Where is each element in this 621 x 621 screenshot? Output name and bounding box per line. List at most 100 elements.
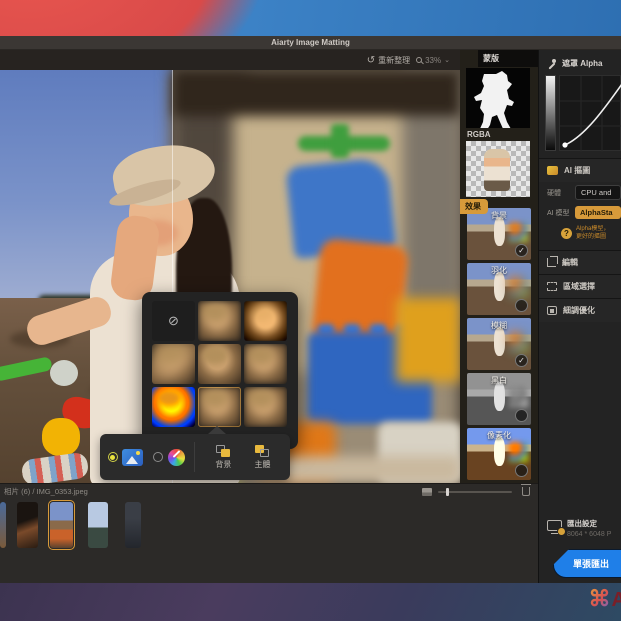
subject-button[interactable]: 主體 <box>243 445 282 470</box>
model-hint-row: ? Alpha模型，更好的摳圖 <box>539 222 621 244</box>
section-region-select[interactable]: 區域選擇 <box>539 274 621 298</box>
effect-layer-bw[interactable]: 黑白 <box>467 373 531 425</box>
effect-layer-background[interactable]: 背景 ✓ <box>467 208 531 260</box>
desktop: ⌘A Aiarty Image Matting ↺ 重新整理 33% ⌄ <box>0 0 621 621</box>
color-wheel-icon[interactable] <box>168 449 185 466</box>
image-fill-icon[interactable] <box>122 449 144 466</box>
effect-check-circle[interactable]: ✓ <box>515 244 528 257</box>
canvas-toolbar: ↺ 重新整理 33% ⌄ <box>0 50 460 70</box>
effect-option-blur-strong[interactable] <box>244 387 287 427</box>
rgba-thumbnail[interactable] <box>466 141 530 197</box>
popup-anchor-arrow <box>208 426 226 434</box>
aiarty-logo: ⌘A <box>589 586 621 612</box>
export-button[interactable]: 單張匯出 <box>553 549 621 578</box>
effect-option-blur-light[interactable] <box>198 301 241 341</box>
mask-label: 蒙版 <box>483 53 499 64</box>
background-button[interactable]: 背景 <box>204 445 243 470</box>
wallpaper-top <box>0 0 621 36</box>
effect-layer-feather[interactable]: 羽化 <box>467 263 531 315</box>
photo-dark-top <box>173 70 460 116</box>
crop-icon <box>547 258 556 267</box>
eyedropper-icon <box>547 59 556 68</box>
zoom-level: 33% <box>425 56 441 65</box>
photo-thumbnail-selected[interactable] <box>50 502 73 548</box>
effect-check-circle[interactable] <box>515 299 528 312</box>
breadcrumb: 相片 (6) / IMG_0353.jpeg <box>4 486 88 497</box>
toy-white-cup <box>50 360 78 386</box>
effect-preview <box>198 301 241 341</box>
refresh-button[interactable]: ↺ 重新整理 <box>367 55 410 66</box>
effect-option-noise[interactable] <box>244 301 287 341</box>
filmstrip-thumbnails <box>0 502 538 552</box>
model-label: AI 模型 <box>547 208 571 218</box>
effect-layer-pixelate[interactable]: 像素化 <box>467 428 531 480</box>
command-icon: ⌘ <box>589 586 612 611</box>
refresh-label: 重新整理 <box>378 55 410 66</box>
effect-option-none[interactable]: ⊘ <box>152 301 195 341</box>
effect-check-circle[interactable]: ✓ <box>515 354 528 367</box>
hardware-select[interactable]: CPU and <box>575 185 621 200</box>
effects-grid: ⊘ <box>152 301 288 427</box>
export-settings[interactable]: 匯出設定 8064 * 6048 P <box>539 518 621 538</box>
zoom-control[interactable]: 33% ⌄ <box>416 56 450 65</box>
effect-layer-label: 像素化 <box>467 430 531 441</box>
background-label: 背景 <box>215 459 231 470</box>
thumbnail-size-slider[interactable] <box>438 491 512 493</box>
effect-option-original[interactable] <box>198 344 241 384</box>
settings-panel: 遮罩 Alpha AI 摳圖 <box>538 50 621 583</box>
rgba-cutout-figure <box>484 149 510 191</box>
effect-check-circle[interactable] <box>515 464 528 477</box>
effect-preview <box>244 387 287 427</box>
image-fill-radio[interactable] <box>108 452 118 462</box>
hardware-row: 硬體 CPU and <box>539 182 621 203</box>
chevron-down-icon: ⌄ <box>444 56 450 64</box>
region-select-label: 區域選擇 <box>563 281 595 292</box>
wallpaper-red-blob <box>0 0 260 36</box>
monitor-gear-icon <box>547 520 562 531</box>
trash-icon[interactable] <box>522 487 530 496</box>
photo-thumbnail[interactable] <box>0 502 6 548</box>
help-icon[interactable]: ? <box>561 228 572 239</box>
effect-check-circle[interactable] <box>515 409 528 422</box>
layers-column: 蒙版 RGBA 效果 背景 ✓ 羽化 <box>460 50 538 483</box>
section-ai-matting[interactable]: AI 摳圖 <box>539 158 621 182</box>
mask-thumbnail[interactable] <box>466 68 530 128</box>
alpha-gradient-bar <box>545 75 556 151</box>
section-edit[interactable]: 編輯 <box>539 250 621 274</box>
effect-preview <box>152 387 195 427</box>
thumbnail-size-icon <box>422 488 432 496</box>
mask-alpha-header: 遮罩 Alpha <box>539 50 621 75</box>
dashed-selection-icon <box>547 282 557 291</box>
mask-header: 蒙版 <box>478 50 538 67</box>
photo-thumbnail[interactable] <box>125 502 141 548</box>
model-select[interactable]: AlphaSta <box>575 206 621 219</box>
subject-icon <box>255 445 269 457</box>
photo-thumbnail[interactable] <box>17 502 38 548</box>
toy-yellow <box>42 418 80 456</box>
rgba-label: RGBA <box>467 130 491 139</box>
photo-green-propeller-stem <box>331 124 349 158</box>
effect-layer-blur[interactable]: 模糊 ✓ <box>467 318 531 370</box>
export-title: 匯出設定 <box>567 518 611 529</box>
ai-matting-icon <box>547 166 558 175</box>
background-icon <box>216 445 230 457</box>
thumbnail-size-handle[interactable] <box>446 488 449 496</box>
effect-preview <box>244 301 287 341</box>
effect-option-posterize[interactable] <box>152 387 195 427</box>
effects-badge: 效果 <box>460 199 488 214</box>
titlebar[interactable]: Aiarty Image Matting <box>0 36 621 50</box>
matting-toolbar: 背景 主體 <box>100 434 290 480</box>
canvas[interactable]: ⊘ 強度 50 <box>0 70 460 483</box>
ai-matting-title: AI 摳圖 <box>564 165 590 176</box>
effect-option-blur-medium[interactable] <box>244 344 287 384</box>
export-texts: 匯出設定 8064 * 6048 P <box>567 518 611 538</box>
photo-thumbnail[interactable] <box>88 502 108 548</box>
effect-option-selected[interactable] <box>198 387 241 427</box>
section-fine-tune[interactable]: 細調優化 <box>539 298 621 322</box>
curve-canvas[interactable] <box>559 75 621 151</box>
effect-option-motion-blur[interactable] <box>152 344 195 384</box>
color-fill-radio[interactable] <box>153 452 163 462</box>
logo-letter: A <box>612 589 621 611</box>
refresh-icon: ↺ <box>367 55 375 66</box>
wallpaper-bottom: ⌘A <box>0 583 621 621</box>
